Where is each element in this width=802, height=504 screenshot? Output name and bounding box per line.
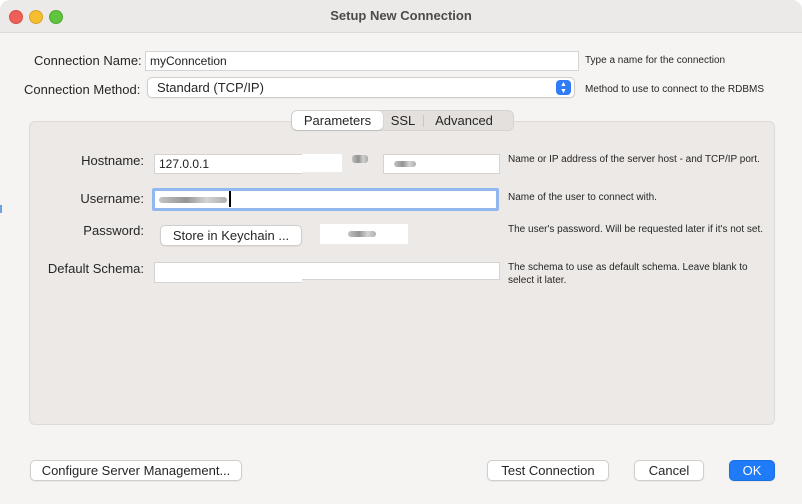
- connection-method-value: Standard (TCP/IP): [157, 80, 264, 95]
- connection-name-input[interactable]: myConncetion: [145, 51, 579, 71]
- password-redacted: [348, 231, 376, 237]
- connection-method-hint: Method to use to connect to the RDBMS: [585, 84, 764, 95]
- connection-name-hint: Type a name for the connection: [585, 55, 726, 66]
- username-redacted: [159, 197, 227, 203]
- default-schema-label: Default Schema:: [47, 261, 144, 276]
- connection-name-label: Connection Name:: [34, 53, 142, 68]
- title-bar[interactable]: Setup New Connection: [0, 0, 802, 33]
- redacted-mark: [352, 155, 368, 163]
- username-input[interactable]: [152, 188, 499, 211]
- hostname-redacted: [302, 154, 342, 172]
- port-input[interactable]: [383, 154, 500, 174]
- updown-chevron-icon: ▲ ▼: [556, 80, 571, 95]
- text-caret: [229, 191, 231, 207]
- window-title: Setup New Connection: [330, 8, 472, 23]
- password-label: Password:: [83, 223, 144, 238]
- username-label: Username:: [80, 191, 144, 206]
- default-schema-input[interactable]: [154, 262, 302, 283]
- port-redacted: [394, 161, 416, 167]
- store-in-keychain-button[interactable]: Store in Keychain ...: [160, 225, 302, 246]
- tab-advanced[interactable]: Advanced: [424, 111, 504, 130]
- password-hint: The user's password. Will be requested l…: [508, 224, 764, 235]
- edge-marker: [0, 205, 2, 213]
- ok-button[interactable]: OK: [729, 460, 775, 481]
- cancel-button[interactable]: Cancel: [634, 460, 704, 481]
- username-hint: Name of the user to connect with.: [508, 192, 657, 203]
- default-schema-input-extension[interactable]: [302, 262, 500, 280]
- default-schema-hint: The schema to use as default schema. Lea…: [508, 262, 748, 286]
- password-redacted-area: [320, 224, 408, 244]
- tab-ssl[interactable]: SSL: [383, 111, 423, 130]
- hostname-input[interactable]: 127.0.0.1: [154, 154, 302, 174]
- tab-parameters[interactable]: Parameters: [292, 111, 383, 130]
- tab-bar: Parameters SSL Advanced: [291, 110, 514, 131]
- setup-connection-window: Setup New Connection Connection Name: my…: [0, 0, 802, 504]
- hostname-label: Hostname:: [81, 153, 144, 168]
- connection-method-label: Connection Method:: [24, 82, 141, 97]
- connection-method-select[interactable]: Standard (TCP/IP) ▲ ▼: [147, 77, 575, 98]
- hostname-hint: Name or IP address of the server host - …: [508, 154, 760, 165]
- configure-server-management-button[interactable]: Configure Server Management...: [30, 460, 242, 481]
- test-connection-button[interactable]: Test Connection: [487, 460, 609, 481]
